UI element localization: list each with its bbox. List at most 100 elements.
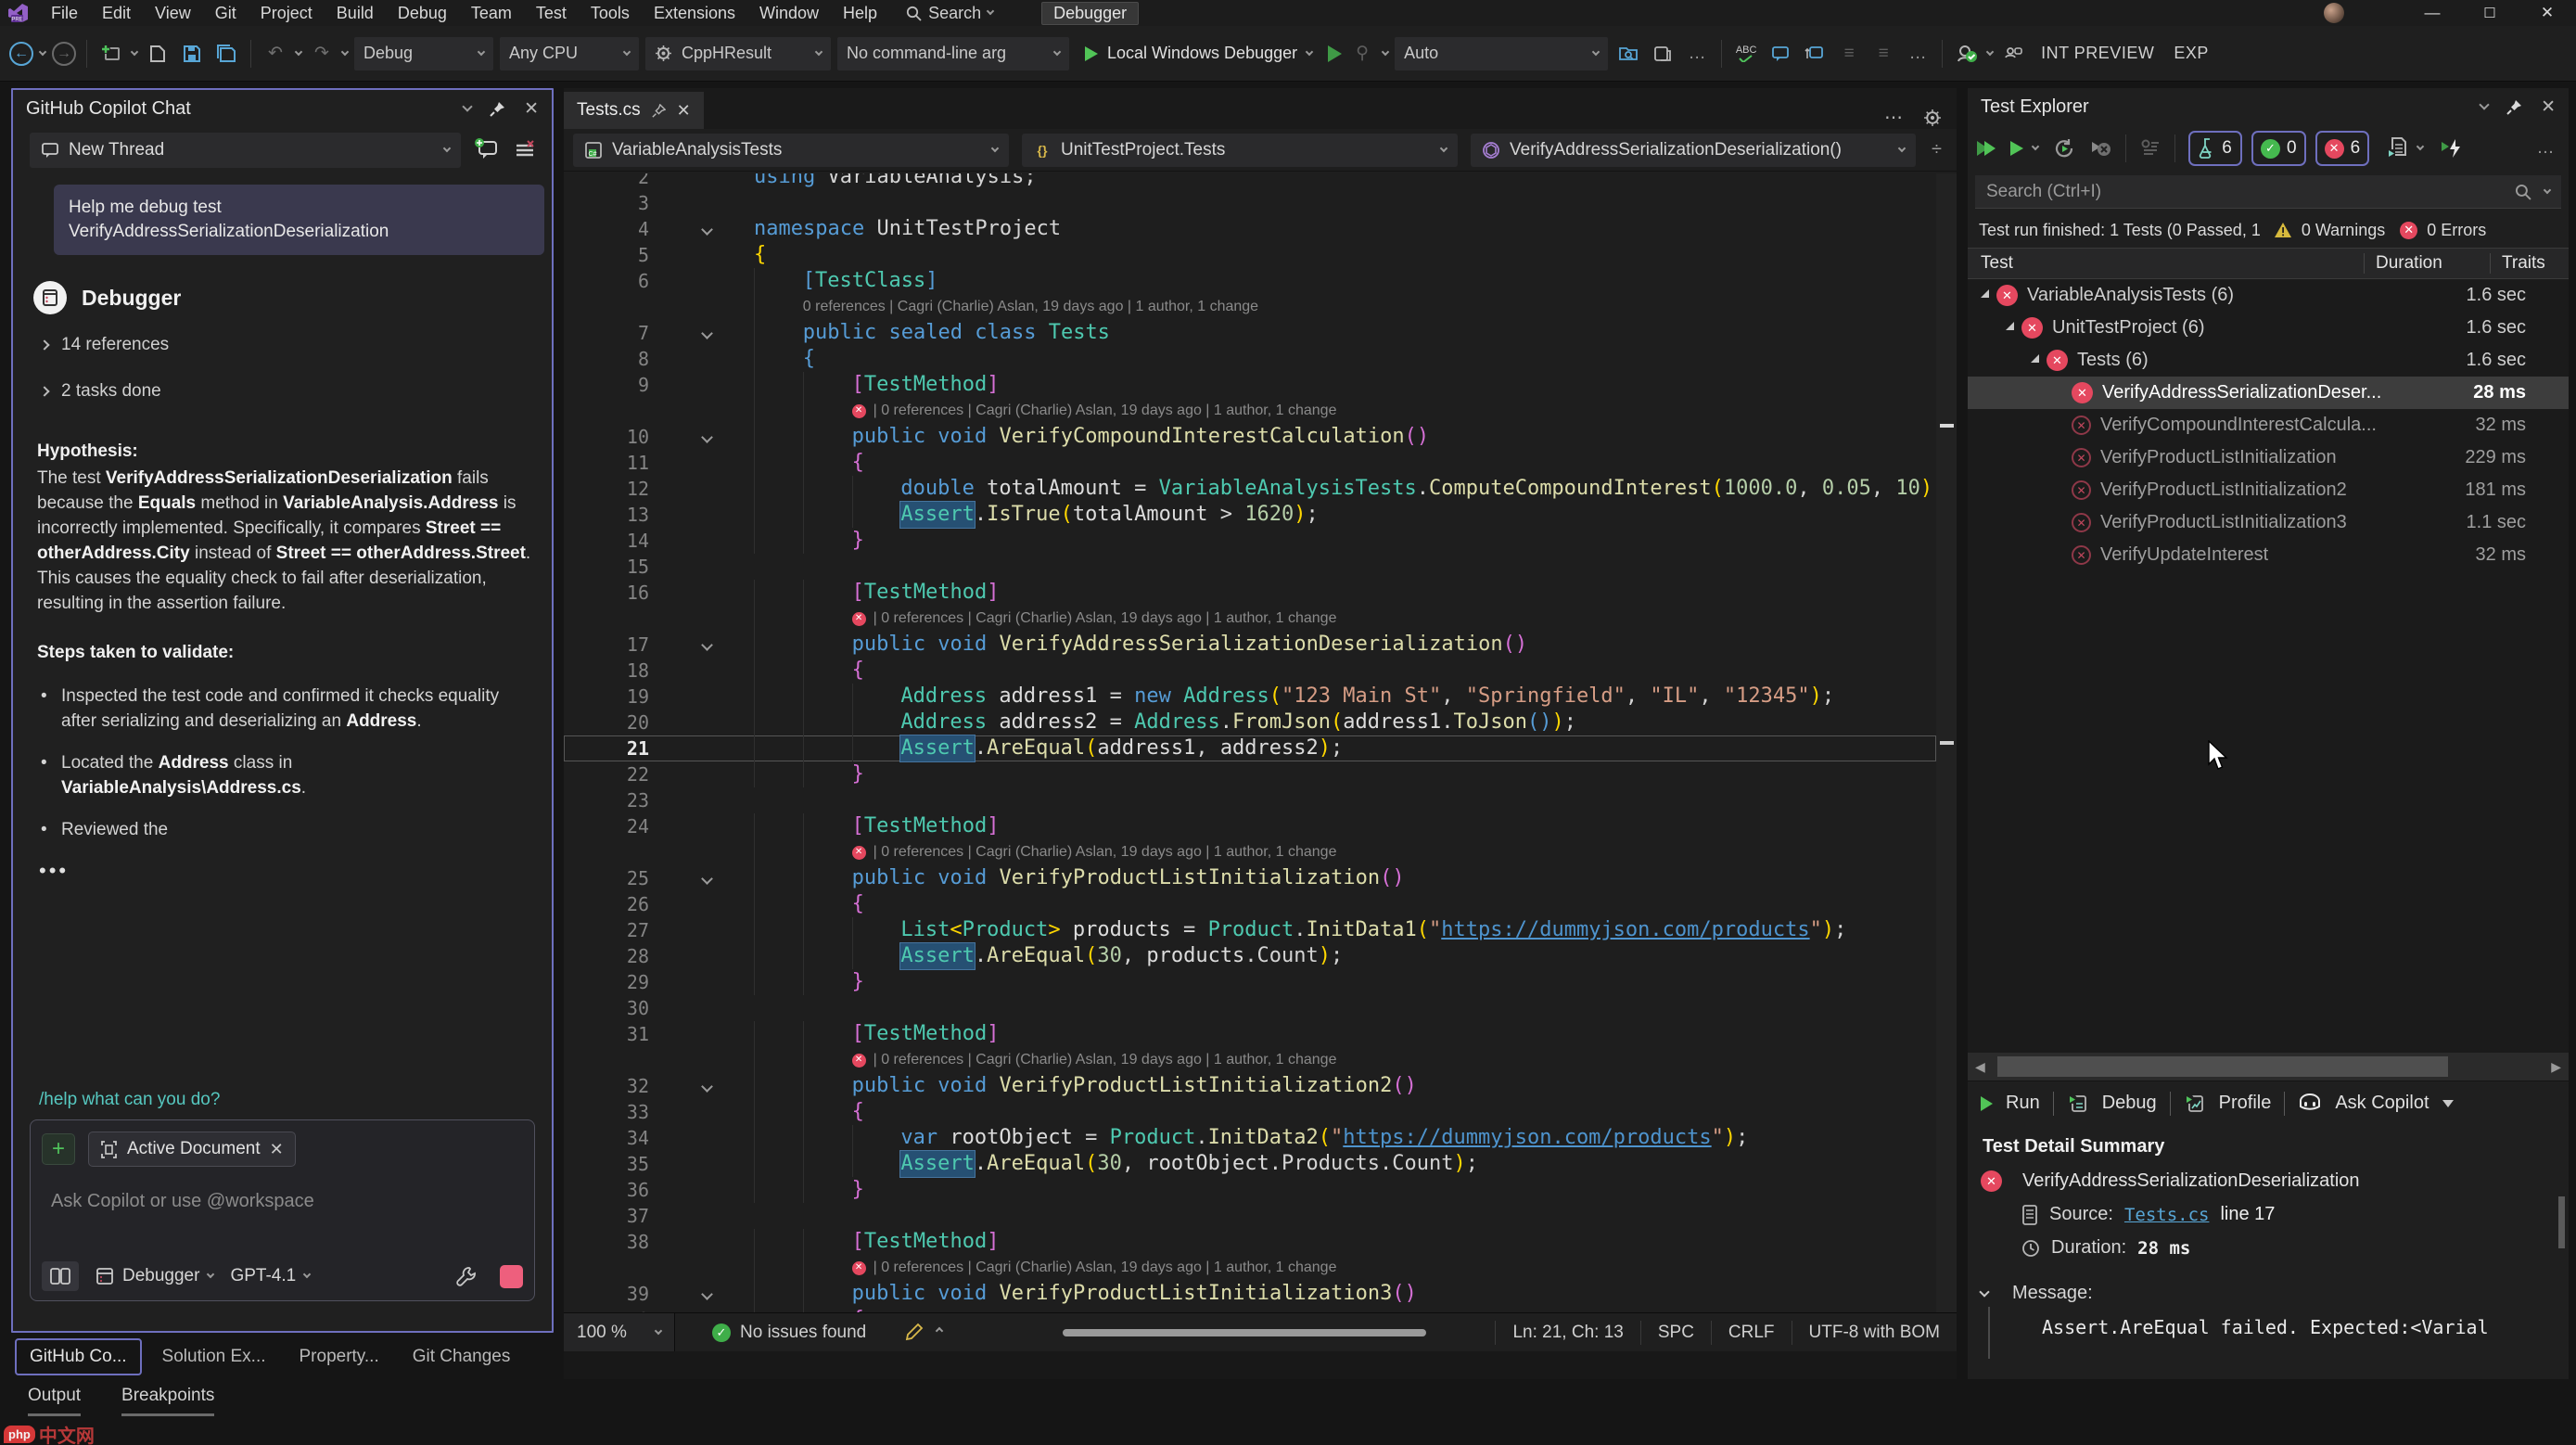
user-avatar[interactable] <box>2324 3 2344 23</box>
code-line-28[interactable]: 28Assert.AreEqual(30, products.Count); <box>564 943 1936 969</box>
code-line-21[interactable]: 21Assert.AreEqual(address1, address2); <box>564 735 1936 761</box>
thread-selector[interactable]: New Thread <box>30 133 461 168</box>
start-debugging-button[interactable]: Local Windows Debugger <box>1076 37 1321 70</box>
code-line-26[interactable]: 26{ <box>564 891 1936 917</box>
tool-tab-git-changes[interactable]: Git Changes <box>400 1340 524 1374</box>
code-viewport[interactable]: 2using VariableAnalysis;34namespace Unit… <box>564 173 1936 1312</box>
uncomment-icon[interactable] <box>1801 40 1829 68</box>
fold-chevron-icon[interactable] <box>701 431 713 443</box>
fold-chevron-icon[interactable] <box>701 327 713 339</box>
new-thread-icon[interactable] <box>474 138 500 162</box>
menu-item-git[interactable]: Git <box>203 0 249 26</box>
menu-item-file[interactable]: File <box>39 0 90 26</box>
start-without-debugging-icon[interactable] <box>1328 45 1342 62</box>
menu-item-build[interactable]: Build <box>325 0 386 26</box>
code-line-20[interactable]: 20Address address2 = Address.FromJson(ad… <box>564 710 1936 735</box>
code-line-10[interactable]: 10public void VerifyCompoundInterestCalc… <box>564 424 1936 450</box>
menu-item-extensions[interactable]: Extensions <box>642 0 747 26</box>
errors-count[interactable]: 0 Errors <box>2427 221 2486 240</box>
menu-item-help[interactable]: Help <box>831 0 889 26</box>
new-project-icon[interactable] <box>97 40 125 68</box>
pin-icon[interactable] <box>490 101 505 117</box>
total-tests-filter[interactable]: 6 <box>2188 131 2242 166</box>
navigate-back-icon[interactable]: ← <box>9 42 33 66</box>
code-line-31[interactable]: 31[TestMethod] <box>564 1021 1936 1047</box>
editor-vertical-scrollbar[interactable] <box>1936 173 1957 1312</box>
chevron-down-icon[interactable] <box>2544 185 2551 193</box>
codelens-row[interactable]: ✕| 0 references | Cagri (Charlie) Aslan,… <box>564 839 1936 865</box>
fold-chevron-icon[interactable] <box>701 1081 713 1093</box>
code-line-34[interactable]: 34var rootObject = Product.InitData2("ht… <box>564 1125 1936 1151</box>
fold-chevron-icon[interactable] <box>701 1288 713 1300</box>
encoding-mode[interactable]: UTF-8 with BOM <box>1792 1321 1957 1345</box>
menu-item-tools[interactable]: Tools <box>579 0 642 26</box>
code-line-29[interactable]: 29} <box>564 969 1936 995</box>
fold-chevron-icon[interactable] <box>701 224 713 236</box>
bottom-tab-output[interactable]: Output <box>28 1386 81 1416</box>
ask-copilot-button[interactable]: Ask Copilot <box>2335 1093 2429 1114</box>
code-line-6[interactable]: 6[TestClass] <box>564 268 1936 294</box>
cursor-position[interactable]: Ln: 21, Ch: 13 <box>1495 1321 1639 1345</box>
code-line-5[interactable]: 5{ <box>564 242 1936 268</box>
code-line-8[interactable]: 8{ <box>564 346 1936 372</box>
test-tree-row[interactable]: ✕Tests (6)1.6 sec <box>1968 344 2569 377</box>
test-tree-row[interactable]: ✕VerifyProductListInitialization2181 ms <box>1968 474 2569 506</box>
decrease-indent-icon[interactable]: ≡ <box>1835 40 1863 68</box>
layout-toggle-button[interactable] <box>42 1261 79 1291</box>
code-line-2[interactable]: 2using VariableAnalysis; <box>564 173 1936 190</box>
expanded-triangle-icon[interactable] <box>2031 354 2039 363</box>
gear-icon[interactable] <box>1923 109 1942 127</box>
watch-mode-dropdown[interactable]: Auto <box>1395 37 1608 70</box>
toolbar-overflow-icon[interactable]: … <box>1683 40 1711 68</box>
menu-item-view[interactable]: View <box>143 0 203 26</box>
cancel-run-icon[interactable] <box>2088 137 2112 160</box>
breadcrumb-namespace[interactable]: {} UnitTestProject.Tests <box>1022 134 1458 167</box>
navigate-document-icon[interactable] <box>1649 40 1677 68</box>
help-command-link[interactable]: /help what can you do? <box>39 1090 220 1110</box>
pin-icon[interactable] <box>2506 99 2522 115</box>
menu-item-edit[interactable]: Edit <box>90 0 143 26</box>
run-dropdown-icon[interactable] <box>2032 143 2039 150</box>
test-tree-row[interactable]: ✕VerifyProductListInitialization229 ms <box>1968 441 2569 474</box>
failed-tests-filter[interactable]: ✕ 6 <box>2315 131 2370 166</box>
close-icon[interactable]: ✕ <box>524 98 539 120</box>
close-tab-icon[interactable]: ✕ <box>677 101 691 121</box>
code-line-39[interactable]: 39public void VerifyProductListInitializ… <box>564 1281 1936 1307</box>
warnings-count[interactable]: 0 Warnings <box>2302 221 2385 240</box>
navigate-forward-icon[interactable]: → <box>52 42 76 66</box>
code-line-16[interactable]: 16[TestMethod] <box>564 580 1936 606</box>
menu-item-test[interactable]: Test <box>524 0 579 26</box>
code-line-37[interactable]: 37 <box>564 1203 1936 1229</box>
code-line-4[interactable]: 4namespace UnitTestProject <box>564 216 1936 242</box>
spell-check-icon[interactable]: ABC <box>1732 40 1760 68</box>
codelens-row[interactable]: 0 references | Cagri (Charlie) Aslan, 19… <box>564 294 1936 320</box>
code-line-23[interactable]: 23 <box>564 787 1936 813</box>
menu-item-team[interactable]: Team <box>459 0 524 26</box>
code-line-22[interactable]: 22} <box>564 761 1936 787</box>
redo-dropdown-icon[interactable] <box>341 47 349 55</box>
scroll-left-arrow[interactable]: ◀ <box>1975 1059 1985 1075</box>
toolbar-overflow-icon[interactable]: … <box>1904 40 1932 68</box>
code-line-36[interactable]: 36} <box>564 1177 1936 1203</box>
document-tab-tests-cs[interactable]: Tests.cs ✕ <box>564 92 704 129</box>
menu-item-window[interactable]: Window <box>747 0 831 26</box>
undo-dropdown-icon[interactable] <box>295 47 302 55</box>
code-line-11[interactable]: 11{ <box>564 450 1936 476</box>
save-all-icon[interactable] <box>212 40 240 68</box>
codelens-row[interactable]: ✕| 0 references | Cagri (Charlie) Aslan,… <box>564 398 1936 424</box>
profile-button[interactable]: Profile <box>2219 1093 2272 1114</box>
add-context-button[interactable]: + <box>42 1133 75 1165</box>
code-line-14[interactable]: 14} <box>564 528 1936 554</box>
live-unit-testing-icon[interactable] <box>2440 137 2464 160</box>
code-line-19[interactable]: 19Address address1 = new Address("123 Ma… <box>564 684 1936 710</box>
open-file-icon[interactable] <box>144 40 172 68</box>
split-editor-icon[interactable]: ÷ <box>1932 139 1947 160</box>
test-tree-row[interactable]: ✕VariableAnalysisTests (6)1.6 sec <box>1968 279 2569 312</box>
attach-dropdown-icon[interactable] <box>1382 47 1389 55</box>
close-icon[interactable]: ✕ <box>2541 96 2556 118</box>
test-tree-row[interactable]: ✕VerifyUpdateInterest32 ms <box>1968 539 2569 571</box>
repeat-last-run-icon[interactable] <box>2053 137 2075 160</box>
tool-tab-solution-ex-[interactable]: Solution Ex... <box>149 1340 279 1374</box>
expanded-triangle-icon[interactable] <box>1981 289 1989 298</box>
code-line-38[interactable]: 38[TestMethod] <box>564 1229 1936 1255</box>
